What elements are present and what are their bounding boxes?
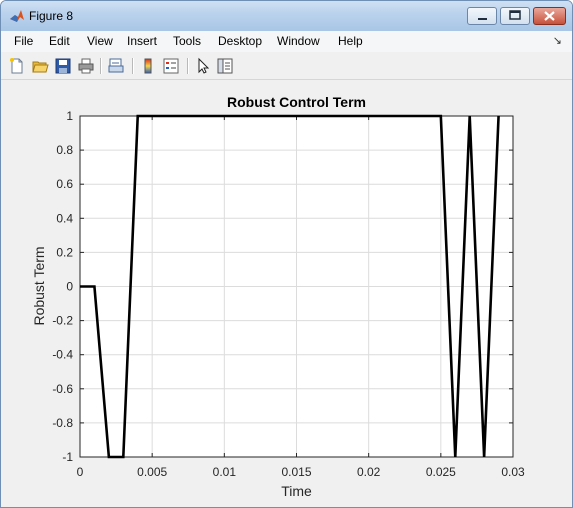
line-chart[interactable]: 0 0.005 0.01 0.015 0.02 0.025 0.03 -1-0.8-0.6-… (6, 81, 567, 501)
x-tick-label: 0.02 (357, 465, 381, 479)
title-bar[interactable]: Figure 8 (1, 1, 572, 31)
figure-window: Figure 8 File Edit View Insert Tools Des… (0, 0, 573, 508)
figure-canvas: 0 0.005 0.01 0.015 0.02 0.025 0.03 -1 -0.8 -0.6-… (6, 81, 567, 501)
menu-tools[interactable]: Tools (173, 34, 201, 48)
y-tick-label: 0.8 (56, 143, 73, 157)
y-tick-label: -0.4 (52, 348, 73, 362)
link-plot-icon[interactable] (107, 57, 125, 75)
y-tick-label: -1 (62, 450, 73, 464)
window-title: Figure 8 (29, 9, 74, 23)
y-axis-label: Robust Term (31, 246, 47, 325)
y-tick-label: 0.4 (56, 211, 73, 225)
close-icon (544, 11, 555, 21)
chart-title: Robust Control Term (227, 94, 366, 110)
menu-file[interactable]: File (14, 34, 33, 48)
matlab-icon (10, 10, 24, 22)
y-tick-label: 0 (66, 280, 73, 294)
menu-bar: File Edit View Insert Tools Desktop Wind… (1, 31, 572, 52)
y-tick-labels: -1 -0.8 -0.6 -0.4 -0.2 0 0.2 0.4 0.6 0.8 1 (52, 109, 73, 464)
x-tick-label: 0.01 (213, 465, 237, 479)
y-tick-label: -0.2 (52, 314, 73, 328)
x-tick-label: 0.025 (426, 465, 456, 479)
menu-window[interactable]: Window (277, 34, 320, 48)
x-axis-label: Time (281, 483, 312, 499)
menu-edit[interactable]: Edit (49, 34, 70, 48)
x-tick-label: 0.015 (281, 465, 311, 479)
print-icon[interactable] (77, 57, 95, 75)
save-icon[interactable] (54, 57, 72, 75)
toolbar-separator (100, 58, 102, 74)
property-inspector-icon[interactable] (216, 57, 234, 75)
open-file-icon[interactable] (31, 57, 49, 75)
new-figure-icon[interactable] (8, 57, 26, 75)
pointer-icon[interactable] (194, 57, 212, 75)
x-tick-label: 0.005 (137, 465, 167, 479)
x-tick-label: 0 (77, 465, 84, 479)
toolbar-separator (132, 58, 134, 74)
dock-arrow-icon[interactable]: ↘ (553, 34, 562, 47)
y-tick-label: 1 (66, 109, 73, 123)
insert-colorbar-icon[interactable] (139, 57, 157, 75)
menu-help[interactable]: Help (338, 34, 363, 48)
y-tick-label: -0.6 (52, 382, 73, 396)
y-tick-label: 0.6 (56, 177, 73, 191)
figure-toolbar (1, 53, 572, 80)
maximize-icon (509, 10, 521, 20)
toolbar-separator (187, 58, 189, 74)
x-tick-labels: 0 0.005 0.01 0.015 0.02 0.025 0.03 (77, 465, 525, 479)
y-tick-label: 0.2 (56, 245, 73, 259)
menu-insert[interactable]: Insert (127, 34, 157, 48)
y-tick-label: -0.8 (52, 416, 73, 430)
menu-desktop[interactable]: Desktop (218, 34, 262, 48)
insert-legend-icon[interactable] (162, 57, 180, 75)
minimize-button[interactable] (467, 7, 497, 25)
maximize-button[interactable] (500, 7, 530, 25)
minimize-icon (478, 18, 487, 20)
menu-view[interactable]: View (87, 34, 113, 48)
x-tick-label: 0.03 (501, 465, 525, 479)
close-button[interactable] (533, 7, 566, 25)
